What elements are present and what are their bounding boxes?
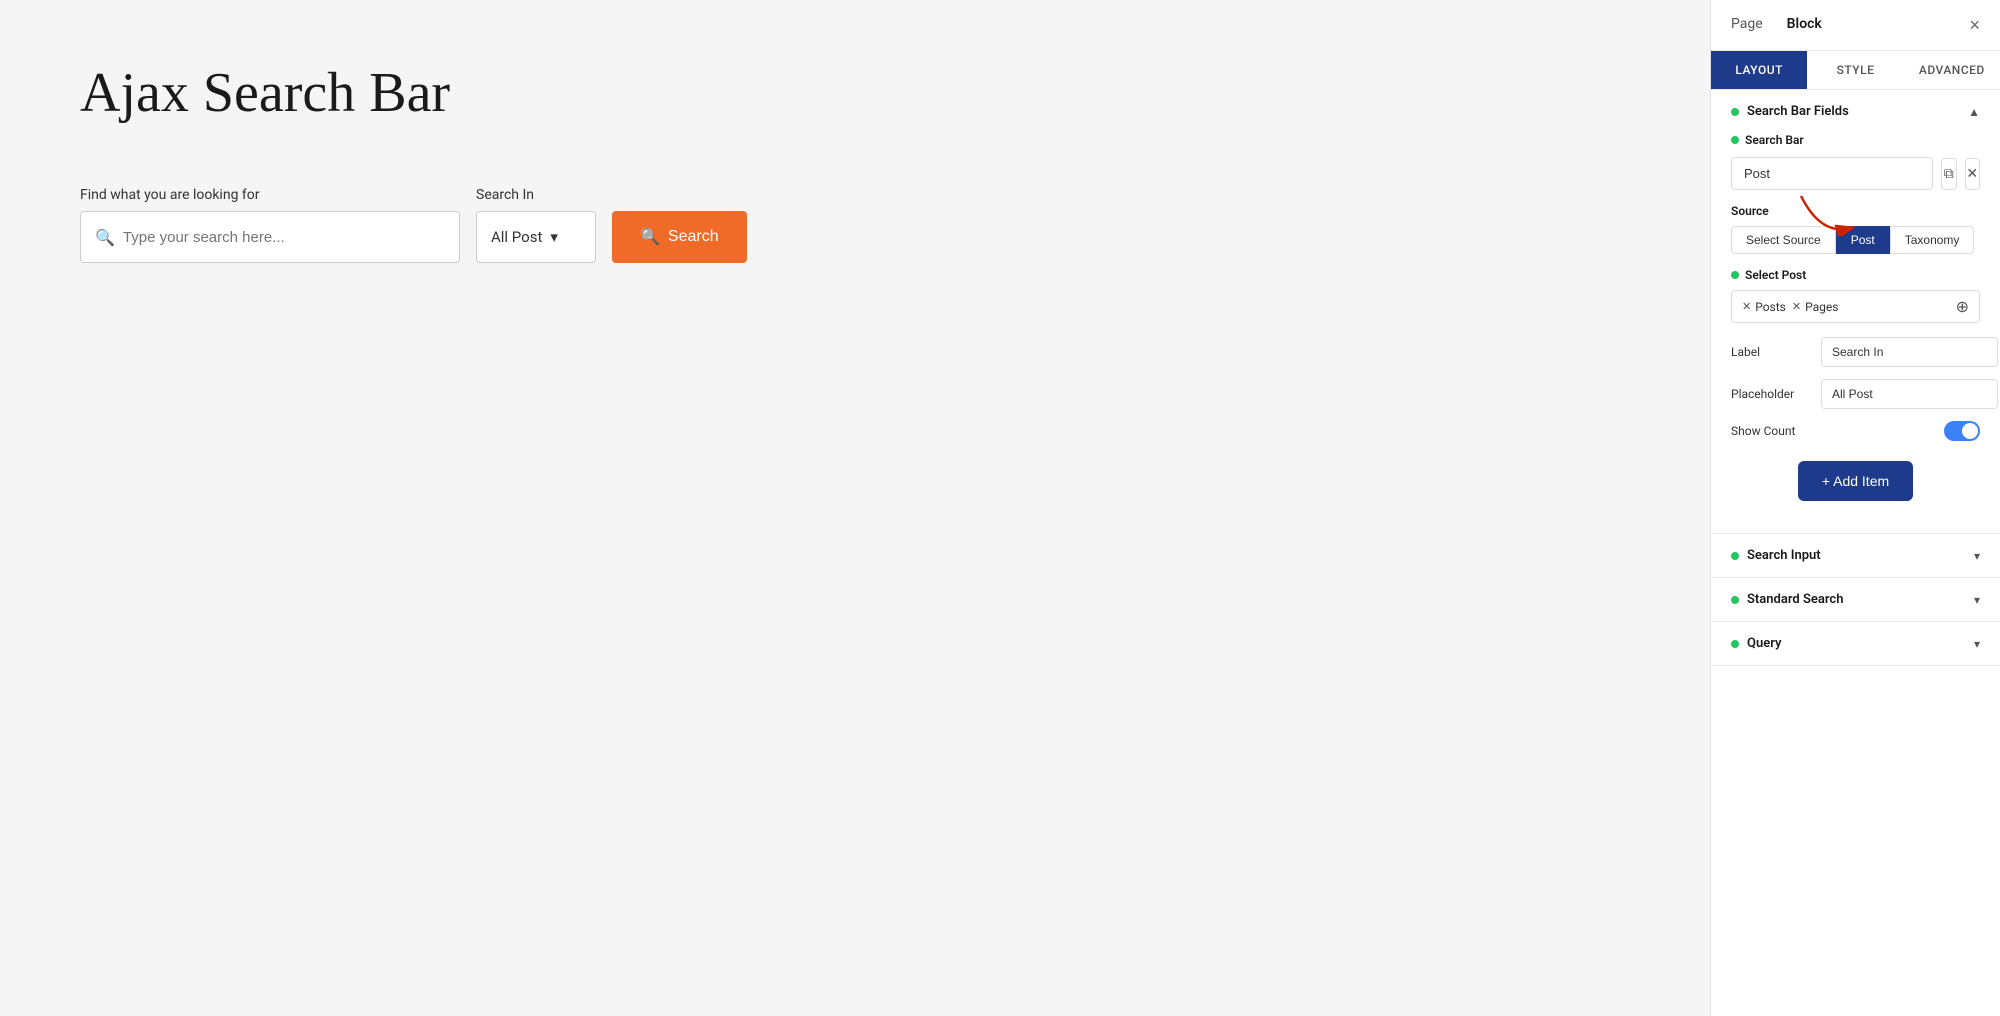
- tag-posts-remove[interactable]: ✕: [1742, 300, 1751, 313]
- search-in-select[interactable]: All Post ▾: [476, 211, 596, 263]
- green-dot-search-bar-fields: [1731, 108, 1739, 116]
- tab-block[interactable]: Block: [1787, 16, 1822, 34]
- source-btn-post[interactable]: Post: [1836, 226, 1890, 254]
- green-dot-query: [1731, 640, 1739, 648]
- subtab-layout[interactable]: LAYOUT: [1711, 51, 1807, 89]
- chevron-down-icon-standard-search: ▾: [1974, 593, 1980, 607]
- source-btn-select[interactable]: Select Source: [1731, 226, 1836, 254]
- copy-icon: ⧉: [1944, 165, 1954, 182]
- label-field-input[interactable]: [1821, 337, 1998, 367]
- tab-page[interactable]: Page: [1731, 16, 1763, 34]
- accordion-title-search-input: Search Input: [1747, 548, 1966, 563]
- search-btn-label: Search: [668, 228, 719, 246]
- source-btn-taxonomy[interactable]: Taxonomy: [1890, 226, 1975, 254]
- show-count-toggle[interactable]: [1944, 421, 1980, 441]
- delete-icon: ✕: [1966, 165, 1978, 182]
- delete-icon-btn[interactable]: ✕: [1965, 158, 1981, 190]
- search-in-value: All Post: [491, 228, 542, 246]
- show-count-row: Show Count: [1731, 421, 1980, 441]
- search-button[interactable]: 🔍 Search: [612, 211, 747, 263]
- label-field-row: Label: [1731, 337, 1980, 367]
- post-field-row: ⧉ ✕: [1731, 157, 1980, 190]
- chevron-up-icon: ▲: [1968, 105, 1980, 119]
- tag-posts-label: Posts: [1755, 300, 1786, 314]
- chevron-down-icon-query: ▾: [1974, 637, 1980, 651]
- sidebar-subtabs: LAYOUT STYLE ADVANCED: [1711, 51, 2000, 90]
- sidebar: Page Block × LAYOUT STYLE ADVANCED Searc…: [1710, 0, 2000, 1016]
- sidebar-top-tabs: Page Block ×: [1711, 0, 2000, 51]
- close-button[interactable]: ×: [1969, 16, 1980, 34]
- accordion-title-query: Query: [1747, 636, 1966, 651]
- search-field-group: Find what you are looking for 🔍: [80, 187, 460, 263]
- search-input[interactable]: [123, 229, 445, 246]
- accordion-content-search-bar-fields: Search Bar ⧉ ✕ Source Select Sourc: [1711, 133, 2000, 533]
- chevron-down-icon: ▾: [550, 228, 558, 246]
- accordion-query: Query ▾: [1711, 622, 2000, 666]
- green-dot-select-post: [1731, 271, 1739, 279]
- select-post-field[interactable]: ✕ Posts ✕ Pages ⊕: [1731, 290, 1980, 323]
- source-label: Source: [1731, 204, 1980, 218]
- main-content: Ajax Search Bar Find what you are lookin…: [0, 0, 1710, 1016]
- accordion-search-bar-fields: Search Bar Fields ▲ Search Bar ⧉ ✕: [1711, 90, 2000, 534]
- search-area: Find what you are looking for 🔍 Search I…: [80, 187, 1630, 263]
- placeholder-field-row: Placeholder: [1731, 379, 1980, 409]
- post-field-input[interactable]: [1731, 157, 1933, 190]
- source-buttons: Select Source Post Taxonomy: [1731, 226, 1980, 254]
- copy-icon-btn[interactable]: ⧉: [1941, 158, 1957, 190]
- tag-posts: ✕ Posts: [1742, 300, 1786, 314]
- search-bar-sublabel: Search Bar: [1731, 133, 1980, 147]
- green-dot-search-bar: [1731, 136, 1739, 144]
- label-field-label: Label: [1731, 345, 1821, 359]
- search-in-label: Search In: [476, 187, 596, 203]
- accordion-header-standard-search[interactable]: Standard Search ▾: [1711, 578, 2000, 621]
- accordion-standard-search: Standard Search ▾: [1711, 578, 2000, 622]
- search-field-label: Find what you are looking for: [80, 187, 460, 203]
- sidebar-body: Search Bar Fields ▲ Search Bar ⧉ ✕: [1711, 90, 2000, 1016]
- accordion-title-standard-search: Standard Search: [1747, 592, 1966, 607]
- accordion-search-input: Search Input ▾: [1711, 534, 2000, 578]
- tag-pages-label: Pages: [1805, 300, 1838, 314]
- chevron-down-icon-search-input: ▾: [1974, 549, 1980, 563]
- green-dot-standard-search: [1731, 596, 1739, 604]
- placeholder-field-input[interactable]: [1821, 379, 1998, 409]
- subtab-advanced[interactable]: ADVANCED: [1904, 51, 2000, 89]
- accordion-title-search-bar-fields: Search Bar Fields: [1747, 104, 1960, 119]
- tag-pages-remove[interactable]: ✕: [1792, 300, 1801, 313]
- add-item-button[interactable]: + Add Item: [1798, 461, 1913, 501]
- placeholder-field-label: Placeholder: [1731, 387, 1821, 401]
- search-btn-icon: 🔍: [640, 227, 660, 247]
- accordion-header-query[interactable]: Query ▾: [1711, 622, 2000, 665]
- select-post-dropdown-icon[interactable]: ⊕: [1956, 297, 1969, 316]
- select-post-label-text: Select Post: [1745, 268, 1806, 282]
- search-in-group: Search In All Post ▾: [476, 187, 596, 263]
- show-count-label: Show Count: [1731, 424, 1944, 438]
- search-input-wrapper[interactable]: 🔍: [80, 211, 460, 263]
- accordion-header-search-bar-fields[interactable]: Search Bar Fields ▲: [1711, 90, 2000, 133]
- page-title: Ajax Search Bar: [80, 60, 1630, 127]
- search-icon: 🔍: [95, 228, 115, 247]
- select-post-label: Select Post: [1731, 268, 1980, 282]
- search-bar-sublabel-text: Search Bar: [1745, 133, 1804, 147]
- accordion-header-search-input[interactable]: Search Input ▾: [1711, 534, 2000, 577]
- subtab-style[interactable]: STYLE: [1807, 51, 1903, 89]
- green-dot-search-input: [1731, 552, 1739, 560]
- tag-pages: ✕ Pages: [1792, 300, 1839, 314]
